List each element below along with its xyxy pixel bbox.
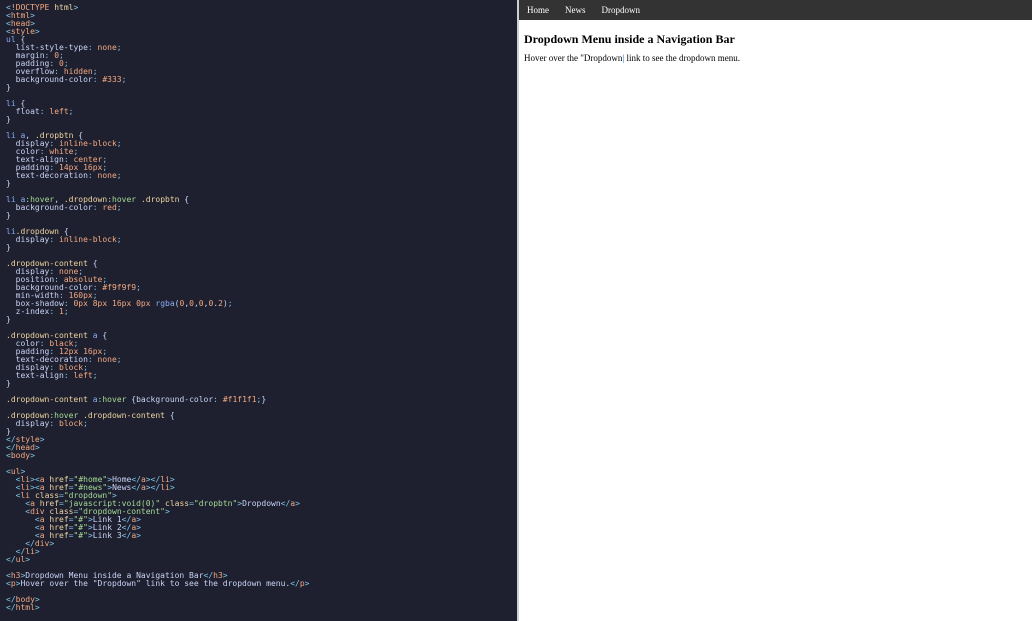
code-line[interactable]: } <box>6 116 511 124</box>
code-line[interactable]: float: left; <box>6 108 511 116</box>
preview-body: Dropdown Menu inside a Navigation Bar Ho… <box>519 20 1032 73</box>
code-line[interactable]: </div> <box>6 540 511 548</box>
code-line[interactable]: display: inline-block; <box>6 236 511 244</box>
nav-link-dropdown[interactable]: Dropdown <box>594 0 649 20</box>
code-line[interactable]: } <box>6 244 511 252</box>
code-line[interactable]: </html> <box>6 604 511 612</box>
nav-item-home[interactable]: Home <box>519 0 557 20</box>
code-line[interactable] <box>6 220 511 228</box>
code-line[interactable]: <head> <box>6 20 511 28</box>
code-line[interactable]: </style> <box>6 436 511 444</box>
code-line[interactable]: text-decoration: none; <box>6 172 511 180</box>
code-line[interactable]: <a href="#">Link 3</a> <box>6 532 511 540</box>
preview-heading: Dropdown Menu inside a Navigation Bar <box>524 32 1027 47</box>
code-line[interactable]: } <box>6 180 511 188</box>
code-line[interactable]: } <box>6 316 511 324</box>
nav-item-news[interactable]: News <box>557 0 594 20</box>
code-line[interactable]: text-align: left; <box>6 372 511 380</box>
nav-link-home[interactable]: Home <box>519 0 557 20</box>
code-line[interactable]: .dropdown-content a { <box>6 332 511 340</box>
code-line[interactable]: </li> <box>6 548 511 556</box>
code-line[interactable]: <!DOCTYPE html> <box>6 4 511 12</box>
code-line[interactable]: margin: 0; <box>6 52 511 60</box>
code-line[interactable]: list-style-type: none; <box>6 44 511 52</box>
code-line[interactable]: <body> <box>6 452 511 460</box>
code-line[interactable]: <html> <box>6 12 511 20</box>
code-line[interactable]: box-shadow: 0px 8px 16px 0px rgba(0,0,0,… <box>6 300 511 308</box>
code-line[interactable]: li { <box>6 100 511 108</box>
code-line[interactable] <box>6 588 511 596</box>
code-line[interactable]: } <box>6 380 511 388</box>
code-editor-pane[interactable]: <!DOCTYPE html><html><head><style>ul { l… <box>0 0 517 621</box>
preview-pane: Home News Dropdown Dropdown Menu inside … <box>517 0 1032 621</box>
code-line[interactable]: } <box>6 212 511 220</box>
code-line[interactable]: .dropdown-content a:hover {background-co… <box>6 396 511 404</box>
paragraph-text-pre: Hover over the "Dropdown <box>524 53 622 63</box>
code-line[interactable]: background-color: #333; <box>6 76 511 84</box>
code-line[interactable]: } <box>6 84 511 92</box>
code-line[interactable]: } <box>6 428 511 436</box>
code-line[interactable]: z-index: 1; <box>6 308 511 316</box>
nav-link-news[interactable]: News <box>557 0 594 20</box>
code-line[interactable] <box>6 92 511 100</box>
code-line[interactable]: </ul> <box>6 556 511 564</box>
paragraph-text-post: link to see the dropdown menu. <box>624 53 740 63</box>
preview-navbar: Home News Dropdown <box>519 0 1032 20</box>
split-editor-container: <!DOCTYPE html><html><head><style>ul { l… <box>0 0 1032 621</box>
code-line[interactable]: <p>Hover over the "Dropdown" link to see… <box>6 580 511 588</box>
code-line[interactable]: display: block; <box>6 420 511 428</box>
nav-item-dropdown[interactable]: Dropdown <box>594 0 649 20</box>
code-line[interactable]: display: inline-block; <box>6 140 511 148</box>
code-line[interactable] <box>6 460 511 468</box>
preview-paragraph: Hover over the "Dropdown| link to see th… <box>524 53 1027 63</box>
code-line[interactable]: </body> <box>6 596 511 604</box>
code-line[interactable]: </head> <box>6 444 511 452</box>
code-line[interactable]: background-color: red; <box>6 204 511 212</box>
code-line[interactable]: <style> <box>6 28 511 36</box>
